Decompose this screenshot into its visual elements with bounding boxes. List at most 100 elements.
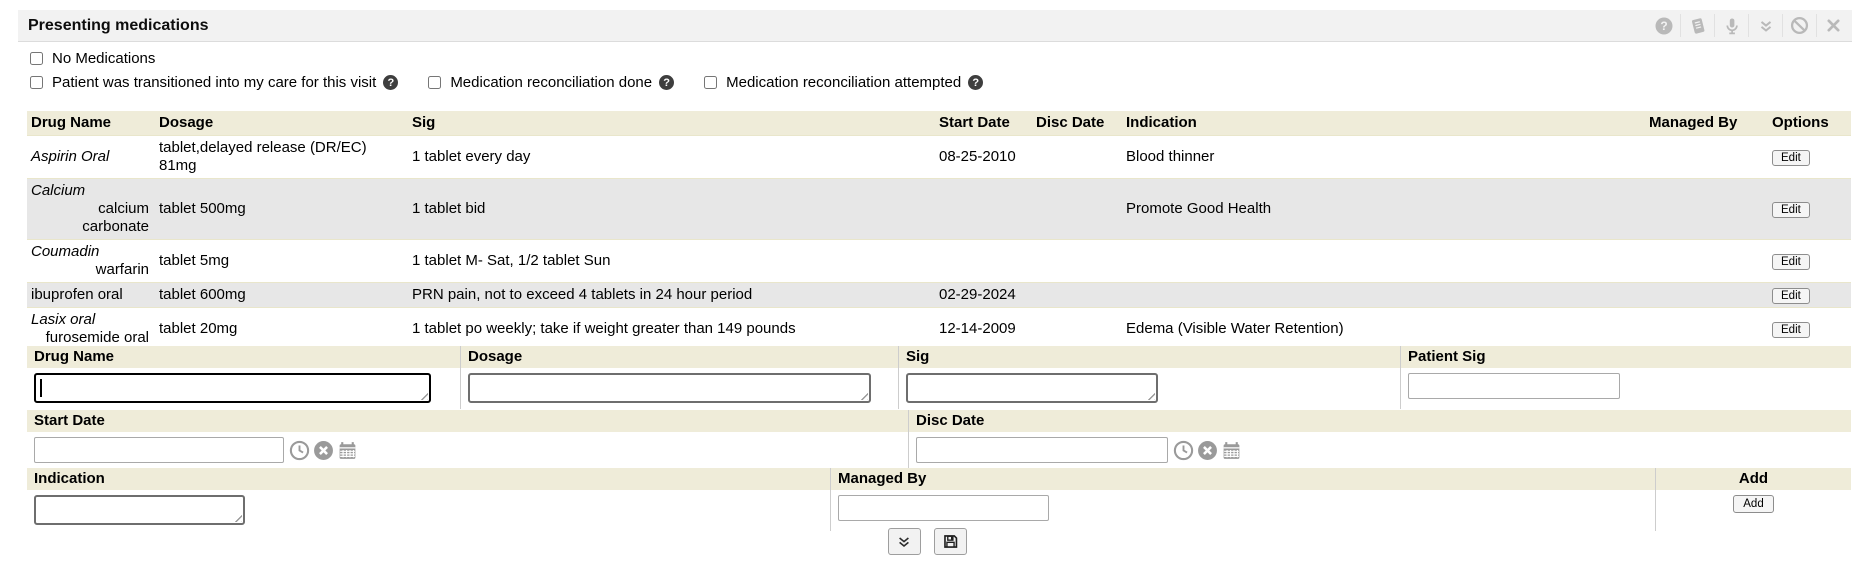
- column-header-options: Options: [1768, 111, 1851, 135]
- form-row-indication: Indication Managed By Add Add: [27, 468, 1851, 531]
- collapse-icon[interactable]: [1749, 10, 1782, 41]
- clock-icon[interactable]: [1173, 440, 1194, 461]
- expand-collapse-button[interactable]: [888, 528, 921, 555]
- help-circle-icon[interactable]: ?: [659, 75, 674, 90]
- form-row-dates: Start Date Disc Date: [27, 410, 1851, 469]
- help-circle-icon[interactable]: ?: [968, 75, 983, 90]
- managed-by-cell: [1645, 178, 1768, 239]
- drug-name-textarea[interactable]: [34, 373, 431, 403]
- transitioned-checkbox[interactable]: [30, 76, 43, 89]
- table-row: Lasix oralfurosemide oral tablet 20mg 1 …: [27, 307, 1851, 350]
- no-medications-checkbox[interactable]: [30, 52, 43, 65]
- sig-cell: PRN pain, not to exceed 4 tablets in 24 …: [408, 282, 935, 307]
- medication-options: No Medications Patient was transitioned …: [30, 50, 1013, 98]
- close-icon[interactable]: [1817, 10, 1850, 41]
- recon-done-group: Medication reconciliation done ?: [428, 74, 674, 91]
- dosage-cell: tablet 600mg: [155, 282, 408, 307]
- disc-date-form-body: [909, 432, 1851, 469]
- disc-date-cell: [1032, 307, 1122, 350]
- reconciliation-row: Patient was transitioned into my care fo…: [30, 74, 1013, 91]
- table-row: Calciumcalcium carbonate tablet 500mg 1 …: [27, 178, 1851, 239]
- recon-attempted-label: Medication reconciliation attempted: [726, 74, 961, 91]
- sig-cell: 1 tablet M- Sat, 1/2 tablet Sun: [408, 239, 935, 282]
- managed-by-form-label: Managed By: [831, 468, 1655, 490]
- indication-textarea[interactable]: [34, 495, 245, 525]
- clear-icon[interactable]: [313, 440, 334, 461]
- indication-cell: Blood thinner: [1122, 135, 1645, 178]
- drug-name-cell: Calciumcalcium carbonate: [27, 178, 155, 239]
- sig-textarea[interactable]: [906, 373, 1158, 403]
- text-caret: [40, 379, 42, 397]
- disc-date-input[interactable]: [916, 437, 1168, 463]
- sig-cell: 1 tablet bid: [408, 178, 935, 239]
- titlebar-icon-group: ?: [1647, 10, 1850, 41]
- table-row: Aspirin Oral tablet,delayed release (DR/…: [27, 135, 1851, 178]
- disable-icon[interactable]: [1783, 10, 1816, 41]
- drug-name-cell: ibuprofen oral: [27, 282, 155, 307]
- drug-name-form-cell: Drug Name: [27, 346, 460, 409]
- edit-button[interactable]: Edit: [1772, 254, 1810, 270]
- add-form-cell: Add Add: [1655, 468, 1851, 531]
- start-date-form-cell: Start Date: [27, 410, 908, 469]
- page-title: Presenting medications: [28, 17, 209, 35]
- drug-name-cell: Lasix oralfurosemide oral: [27, 307, 155, 350]
- calendar-icon[interactable]: [1221, 440, 1242, 461]
- start-date-cell: [935, 178, 1032, 239]
- presenting-medications-panel: Presenting medications ?: [0, 0, 1854, 566]
- recon-done-checkbox[interactable]: [428, 76, 441, 89]
- edit-button[interactable]: Edit: [1772, 322, 1810, 338]
- drug-name-cell: Aspirin Oral: [27, 135, 155, 178]
- dosage-field-wrap: [468, 373, 871, 403]
- drug-name-cell: Coumadinwarfarin: [27, 239, 155, 282]
- drug-brand-name: Lasix oral: [31, 311, 95, 328]
- svg-text:?: ?: [1660, 19, 1667, 33]
- no-medications-label: No Medications: [52, 50, 155, 67]
- dosage-form-body: [461, 368, 898, 409]
- column-header-sig: Sig: [408, 111, 935, 135]
- options-cell: Edit: [1768, 135, 1851, 178]
- sig-cell: 1 tablet every day: [408, 135, 935, 178]
- book-icon[interactable]: [1681, 10, 1714, 41]
- drug-brand-name: ibuprofen oral: [31, 286, 123, 303]
- indication-cell: Edema (Visible Water Retention): [1122, 307, 1645, 350]
- managed-by-input[interactable]: [838, 495, 1049, 521]
- drug-name-form-body: [27, 368, 460, 409]
- save-button[interactable]: [934, 528, 967, 555]
- edit-button[interactable]: Edit: [1772, 288, 1810, 304]
- managed-by-cell: [1645, 239, 1768, 282]
- disc-date-icon-group: [1173, 440, 1242, 461]
- disc-date-form-label: Disc Date: [909, 410, 1851, 432]
- add-form-body: Add: [1656, 490, 1851, 519]
- transitioned-label: Patient was transitioned into my care fo…: [52, 74, 376, 91]
- start-date-input[interactable]: [34, 437, 284, 463]
- start-date-cell: [935, 239, 1032, 282]
- sig-form-label: Sig: [899, 346, 1400, 368]
- column-header-managed-by: Managed By: [1645, 111, 1768, 135]
- disc-date-cell: [1032, 282, 1122, 307]
- indication-form-cell: Indication: [27, 468, 830, 531]
- sig-form-cell: Sig: [898, 346, 1400, 409]
- dosage-cell: tablet 20mg: [155, 307, 408, 350]
- edit-button[interactable]: Edit: [1772, 202, 1810, 218]
- table-row: Coumadinwarfarin tablet 5mg 1 tablet M- …: [27, 239, 1851, 282]
- save-icon: [942, 533, 959, 550]
- options-cell: Edit: [1768, 178, 1851, 239]
- sig-field-wrap: [906, 373, 1158, 403]
- add-button[interactable]: Add: [1733, 495, 1773, 513]
- edit-button[interactable]: Edit: [1772, 150, 1810, 166]
- recon-attempted-group: Medication reconciliation attempted ?: [704, 74, 983, 91]
- dosage-textarea[interactable]: [468, 373, 871, 403]
- dosage-cell: tablet 5mg: [155, 239, 408, 282]
- drug-brand-name: Aspirin Oral: [31, 148, 109, 165]
- patient-sig-input[interactable]: [1408, 373, 1620, 399]
- help-circle-icon[interactable]: ?: [383, 75, 398, 90]
- microphone-icon[interactable]: [1715, 10, 1748, 41]
- clock-icon[interactable]: [289, 440, 310, 461]
- start-date-cell: 02-29-2024: [935, 282, 1032, 307]
- panel-titlebar: Presenting medications ?: [18, 10, 1852, 42]
- clear-icon[interactable]: [1197, 440, 1218, 461]
- help-icon[interactable]: ?: [1647, 10, 1680, 41]
- managed-by-cell: [1645, 282, 1768, 307]
- recon-attempted-checkbox[interactable]: [704, 76, 717, 89]
- calendar-icon[interactable]: [337, 440, 358, 461]
